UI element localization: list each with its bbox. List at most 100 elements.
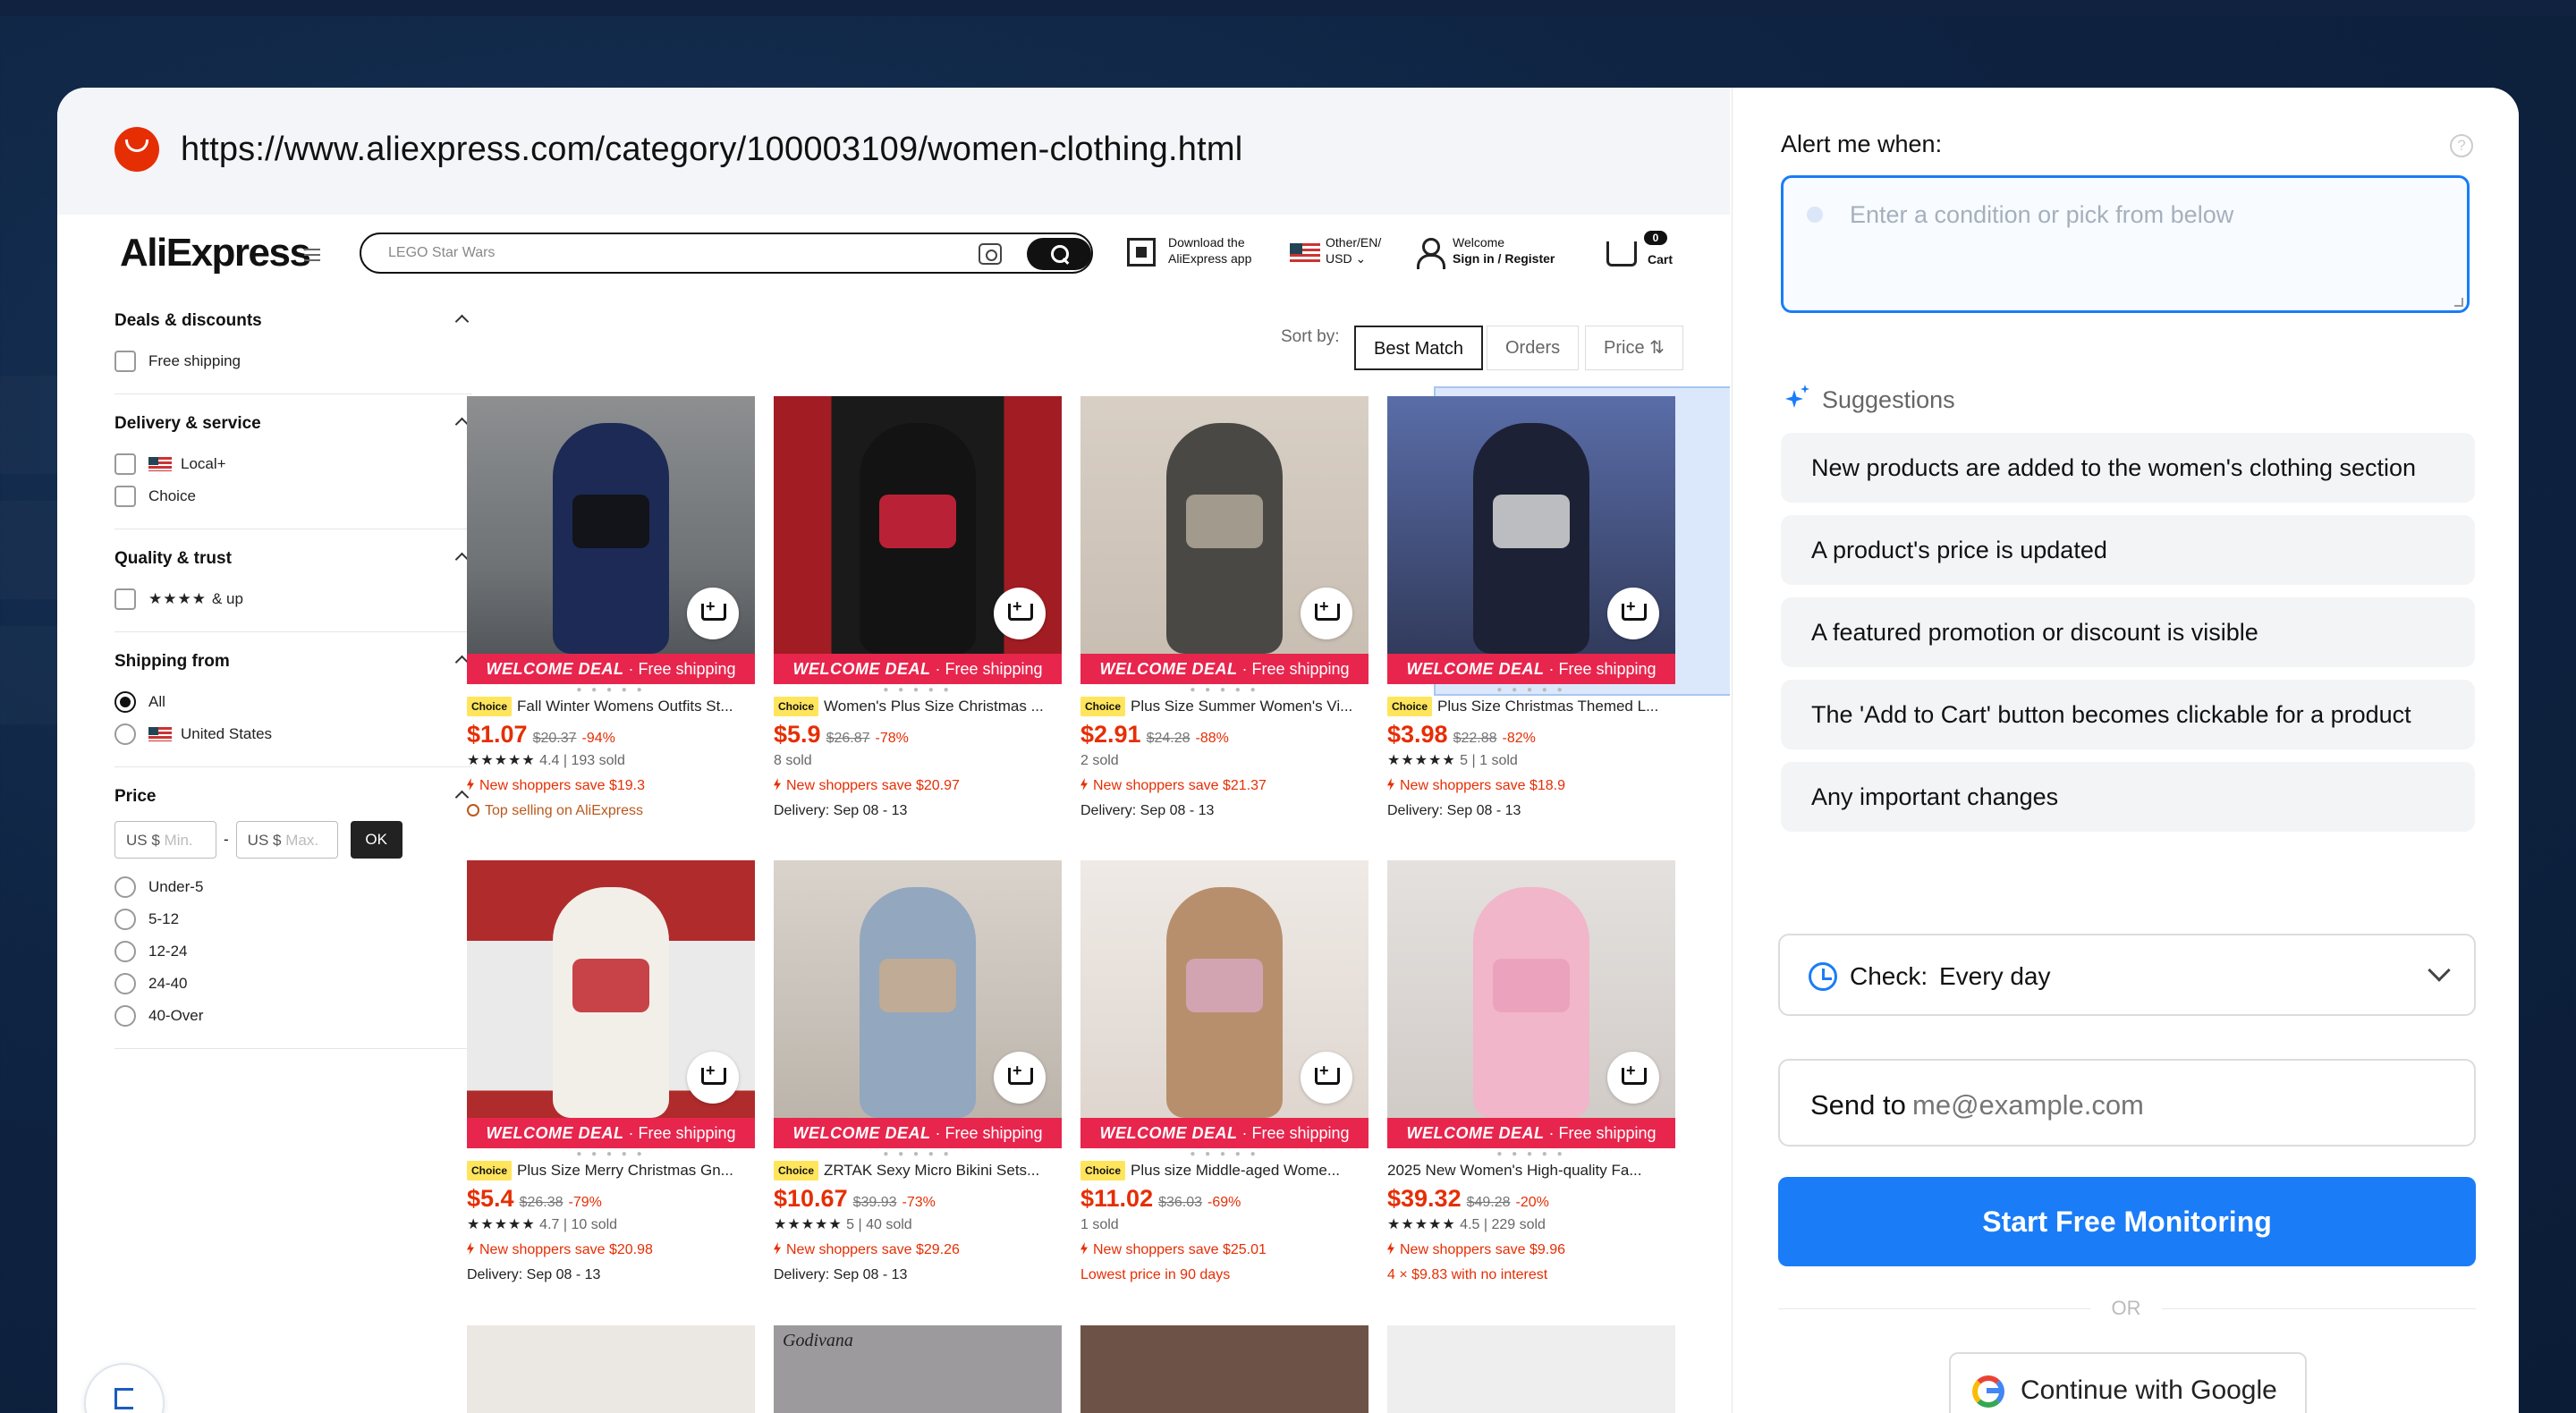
product-title[interactable]: Choice ZRTAK Sexy Micro Bikini Sets... xyxy=(774,1161,1062,1180)
filter-title[interactable]: Deals & discounts xyxy=(114,311,472,331)
product-title[interactable]: Choice Women's Plus Size Christmas ... xyxy=(774,697,1062,716)
product-card[interactable]: WELCOME DEAL · Free shipping● ● ● ● ●Cho… xyxy=(1080,396,1368,824)
filter-option[interactable]: United States xyxy=(114,718,472,750)
add-to-cart-button[interactable] xyxy=(1301,1052,1352,1104)
app-download[interactable]: Download the AliExpress app xyxy=(1168,234,1251,267)
radio[interactable] xyxy=(114,691,136,713)
chevron-down-icon[interactable] xyxy=(2428,959,2451,982)
filter-option[interactable]: 5-12 xyxy=(114,903,472,935)
min-price-input[interactable]: US $ Min. xyxy=(114,821,216,859)
image-carousel-dots[interactable]: ● ● ● ● ● xyxy=(467,684,755,697)
camera-icon[interactable] xyxy=(979,243,1002,265)
start-monitoring-button[interactable]: Start Free Monitoring xyxy=(1778,1177,2476,1266)
sort-price[interactable]: Price ⇅ xyxy=(1585,326,1683,370)
aliexpress-brand[interactable]: AliExpress xyxy=(120,231,311,275)
radio[interactable] xyxy=(114,723,136,745)
product-title[interactable]: Choice Plus size Middle-aged Wome... xyxy=(1080,1161,1368,1180)
image-carousel-dots[interactable]: ● ● ● ● ● xyxy=(774,684,1062,697)
site-search[interactable]: LEGO Star Wars xyxy=(360,233,1093,274)
product-image[interactable]: WELCOME DEAL · Free shipping xyxy=(774,396,1062,684)
image-carousel-dots[interactable]: ● ● ● ● ● xyxy=(1387,684,1675,697)
image-carousel-dots[interactable]: ● ● ● ● ● xyxy=(1080,684,1368,697)
product-image[interactable]: WELCOME DEAL · Free shipping xyxy=(1387,396,1675,684)
email-input[interactable] xyxy=(1912,1089,2413,1121)
checkbox[interactable] xyxy=(114,453,136,475)
radio[interactable] xyxy=(114,1005,136,1027)
product-card[interactable]: WELCOME DEAL · Free shipping● ● ● ● ●Cho… xyxy=(774,396,1062,824)
add-to-cart-button[interactable] xyxy=(1301,588,1352,639)
product-title[interactable]: Choice Plus Size Merry Christmas Gn... xyxy=(467,1161,755,1180)
image-carousel-dots[interactable]: ● ● ● ● ● xyxy=(774,1148,1062,1161)
email-field[interactable]: Send to xyxy=(1778,1059,2476,1146)
filter-option[interactable]: Under-5 xyxy=(114,871,472,903)
filter-option[interactable]: Free shipping xyxy=(114,345,472,377)
product-card[interactable]: WELCOME DEAL · Free shipping● ● ● ● ●Cho… xyxy=(1387,396,1675,824)
condition-textarea[interactable]: Enter a condition or pick from below xyxy=(1781,175,2470,313)
product-title[interactable]: 2025 New Women's High-quality Fa... xyxy=(1387,1161,1675,1180)
product-image[interactable]: WELCOME DEAL · Free shipping xyxy=(467,396,755,684)
filter-title[interactable]: Price xyxy=(114,787,472,807)
filter-option[interactable]: ★★★★ & up xyxy=(114,583,472,615)
search-button[interactable] xyxy=(1027,238,1091,270)
search-input[interactable]: LEGO Star Wars xyxy=(388,245,495,261)
qr-icon[interactable] xyxy=(1127,238,1156,267)
product-image[interactable]: WELCOME DEAL · Free shipping xyxy=(1387,860,1675,1148)
add-to-cart-button[interactable] xyxy=(1607,588,1659,639)
check-frequency-select[interactable]: Check: Every day xyxy=(1778,934,2476,1016)
cart-icon[interactable] xyxy=(1606,241,1637,267)
product-card[interactable]: WELCOME DEAL · Free shipping● ● ● ● ●202… xyxy=(1387,860,1675,1288)
filter-option[interactable]: Local+ xyxy=(114,448,472,480)
radio[interactable] xyxy=(114,876,136,898)
filter-option[interactable]: Choice xyxy=(114,480,472,512)
checkbox[interactable] xyxy=(114,351,136,372)
filter-option[interactable]: 12-24 xyxy=(114,935,472,968)
product-thumb-partial[interactable]: Godivana xyxy=(774,1325,1062,1413)
product-title[interactable]: Choice Plus Size Summer Women's Vi... xyxy=(1080,697,1368,716)
filter-title[interactable]: Delivery & service xyxy=(114,414,472,434)
radio[interactable] xyxy=(114,973,136,994)
add-to-cart-button[interactable] xyxy=(1607,1052,1659,1104)
resize-handle[interactable] xyxy=(2454,298,2463,307)
image-carousel-dots[interactable]: ● ● ● ● ● xyxy=(1080,1148,1368,1161)
product-image[interactable]: WELCOME DEAL · Free shipping xyxy=(467,860,755,1148)
suggestion-item[interactable]: A featured promotion or discount is visi… xyxy=(1781,597,2475,667)
radio[interactable] xyxy=(114,909,136,930)
product-card[interactable]: WELCOME DEAL · Free shipping● ● ● ● ●Cho… xyxy=(774,860,1062,1288)
google-signin-button[interactable]: Continue with Google xyxy=(1949,1352,2307,1413)
region-selector[interactable]: Other/EN/ USD ⌄ xyxy=(1326,234,1381,267)
product-image[interactable]: WELCOME DEAL · Free shipping xyxy=(1080,860,1368,1148)
product-card[interactable]: WELCOME DEAL · Free shipping● ● ● ● ●Cho… xyxy=(467,860,755,1288)
menu-icon[interactable] xyxy=(304,249,320,261)
help-icon[interactable]: ? xyxy=(2450,134,2473,157)
radio[interactable] xyxy=(114,941,136,962)
suggestion-item[interactable]: New products are added to the women's cl… xyxy=(1781,433,2475,503)
image-carousel-dots[interactable]: ● ● ● ● ● xyxy=(467,1148,755,1161)
product-thumb-partial[interactable] xyxy=(467,1325,755,1413)
checkbox[interactable] xyxy=(114,486,136,507)
filter-option[interactable]: All xyxy=(114,686,472,718)
image-carousel-dots[interactable]: ● ● ● ● ● xyxy=(1387,1148,1675,1161)
chevron-up-icon[interactable] xyxy=(454,314,470,329)
product-image[interactable]: WELCOME DEAL · Free shipping xyxy=(1080,396,1368,684)
checkbox[interactable] xyxy=(114,588,136,610)
product-thumb-partial[interactable] xyxy=(1080,1325,1368,1413)
product-image[interactable]: WELCOME DEAL · Free shipping xyxy=(774,860,1062,1148)
product-card[interactable]: WELCOME DEAL · Free shipping● ● ● ● ●Cho… xyxy=(1080,860,1368,1288)
add-to-cart-button[interactable] xyxy=(994,588,1046,639)
suggestion-item[interactable]: Any important changes xyxy=(1781,762,2475,832)
product-thumb-partial[interactable] xyxy=(1387,1325,1675,1413)
product-title[interactable]: Choice Plus Size Christmas Themed L... xyxy=(1387,697,1675,716)
add-to-cart-button[interactable] xyxy=(687,1052,739,1104)
product-card[interactable]: WELCOME DEAL · Free shipping● ● ● ● ●Cho… xyxy=(467,396,755,824)
price-ok-button[interactable]: OK xyxy=(350,821,402,859)
account-menu[interactable]: Welcome Sign in / Register xyxy=(1453,234,1555,267)
add-to-cart-button[interactable] xyxy=(994,1052,1046,1104)
sort-orders[interactable]: Orders xyxy=(1487,326,1580,370)
add-to-cart-button[interactable] xyxy=(687,588,739,639)
url-text[interactable]: https://www.aliexpress.com/category/1000… xyxy=(181,131,1242,169)
filter-title[interactable]: Quality & trust xyxy=(114,549,472,569)
suggestion-item[interactable]: The 'Add to Cart' button becomes clickab… xyxy=(1781,680,2475,749)
max-price-input[interactable]: US $ Max. xyxy=(235,821,338,859)
filter-title[interactable]: Shipping from xyxy=(114,652,472,672)
filter-option[interactable]: 40-Over xyxy=(114,1000,472,1032)
